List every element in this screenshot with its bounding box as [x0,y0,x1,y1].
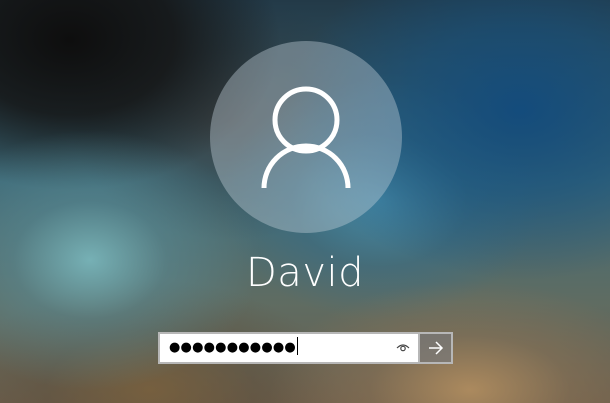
submit-button[interactable] [420,332,453,364]
user-name: David [246,250,364,296]
eye-icon [396,344,410,352]
user-icon [261,86,351,189]
password-input-value[interactable]: ●●●●●●●●●●● [169,337,298,359]
text-caret [296,337,298,355]
password-field[interactable]: ●●●●●●●●●●● [158,332,420,364]
password-mask: ●●●●●●●●●●● [169,340,296,355]
arrow-right-icon [428,341,443,355]
reveal-password-button[interactable] [392,337,414,359]
user-avatar [210,41,402,233]
